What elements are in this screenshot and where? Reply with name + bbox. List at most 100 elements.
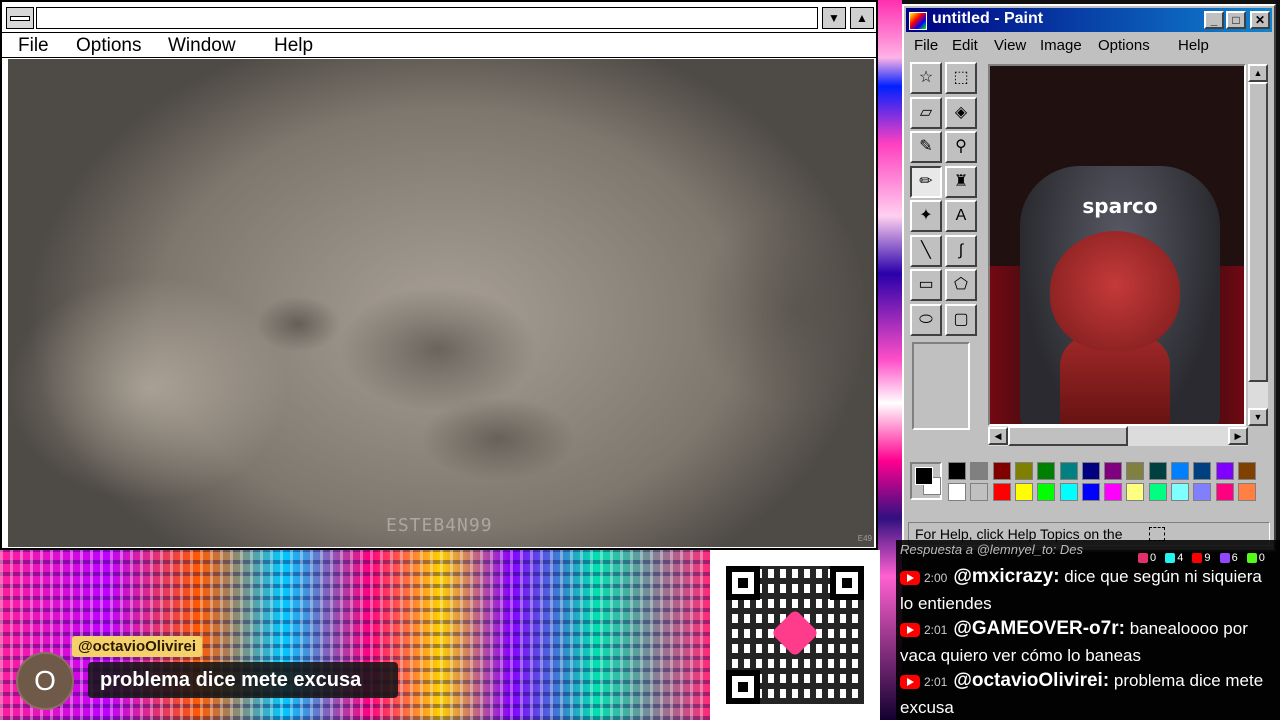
chat-user: @GAMEOVER-o7r: — [953, 618, 1125, 639]
free-select-icon[interactable]: ☆ — [910, 62, 942, 94]
text-icon[interactable]: A — [945, 200, 977, 232]
menu-file[interactable]: File — [18, 35, 49, 57]
select-icon[interactable]: ⬚ — [945, 62, 977, 94]
color-swatch[interactable] — [1059, 483, 1078, 501]
twitch-icon — [1219, 553, 1230, 564]
kick-icon — [1246, 553, 1257, 564]
color-swatch[interactable] — [1215, 462, 1234, 480]
chat-time: 2:00 — [924, 571, 948, 585]
line-icon[interactable]: ╲ — [910, 234, 942, 267]
horizontal-scrollbar[interactable]: ◀ ▶ — [988, 426, 1248, 446]
menu-options[interactable]: Options — [76, 35, 141, 57]
color-swatch[interactable] — [1081, 483, 1100, 501]
color-swatch[interactable] — [1081, 462, 1100, 480]
paint-menu-bar: File Edit View Image Options Help — [906, 34, 1272, 58]
color-swatch[interactable] — [1059, 462, 1078, 480]
youtube-icon — [1192, 553, 1203, 564]
qr-code — [710, 550, 880, 720]
paint-close-button[interactable]: ✕ — [1250, 11, 1270, 29]
color-swatch[interactable] — [1104, 483, 1123, 501]
curve-icon[interactable]: ∫ — [945, 234, 977, 267]
twitch-count: 6 — [1231, 552, 1238, 564]
scroll-left-arrow[interactable]: ◀ — [988, 427, 1008, 445]
instagram-icon — [1138, 553, 1148, 564]
color-swatch[interactable] — [948, 483, 966, 501]
vertical-scrollbar[interactable]: ▲ ▼ — [1248, 64, 1268, 426]
qr-finder-top-right — [830, 566, 864, 600]
color-swatch[interactable] — [1014, 483, 1033, 501]
title-field — [36, 7, 818, 29]
polygon-icon[interactable]: ⬠ — [945, 269, 977, 301]
size-indicator-icon — [1149, 527, 1165, 541]
minimize-button[interactable]: ▼ — [822, 7, 846, 29]
color-swatch[interactable] — [1148, 483, 1167, 501]
system-menu-button[interactable] — [6, 7, 34, 29]
color-swatch[interactable] — [1148, 462, 1167, 480]
eraser-icon[interactable]: ▱ — [910, 96, 942, 129]
tiktok-count: 4 — [1177, 552, 1184, 564]
color-swatch[interactable] — [1126, 483, 1145, 501]
color-swatch[interactable] — [1171, 483, 1189, 501]
instagram-count: 0 — [1150, 552, 1157, 564]
youtube-icon — [900, 622, 920, 637]
horizontal-scroll-thumb[interactable] — [1008, 426, 1128, 446]
color-swatch[interactable] — [970, 483, 989, 501]
color-swatch[interactable] — [1037, 462, 1056, 480]
magnifier-icon[interactable]: ⚲ — [945, 131, 977, 163]
youtube-icon — [900, 570, 920, 585]
pencil-icon[interactable]: ✏ — [910, 165, 942, 198]
color-swatch[interactable] — [1037, 483, 1056, 501]
fill-icon[interactable]: ◈ — [945, 96, 977, 129]
qr-finder-top-left — [726, 566, 760, 600]
color-swatch[interactable] — [1237, 483, 1256, 501]
youtube-count: 9 — [1204, 552, 1211, 564]
ellipse-icon[interactable]: ⬭ — [910, 303, 942, 336]
paint-menu-file[interactable]: File — [914, 37, 938, 54]
color-swatch[interactable] — [1171, 462, 1189, 480]
color-swatch[interactable] — [992, 462, 1011, 480]
color-swatch[interactable] — [948, 462, 966, 480]
airbrush-icon[interactable]: ✦ — [910, 200, 942, 232]
video-window: ▼ ▲ File Options Window Help ESTEB4N99 E… — [0, 0, 878, 550]
maximize-button[interactable]: ▲ — [850, 7, 874, 29]
scroll-right-arrow[interactable]: ▶ — [1228, 427, 1248, 445]
platform-stats: 0 4 9 6 0 — [1132, 552, 1265, 564]
color-swatch[interactable] — [1237, 462, 1256, 480]
color-swatch[interactable] — [992, 483, 1011, 501]
paint-menu-edit[interactable]: Edit — [952, 37, 978, 54]
chat-user: @octavioOlivirei: — [953, 670, 1110, 691]
paint-minimize-button[interactable]: _ — [1204, 11, 1224, 29]
menu-help[interactable]: Help — [274, 35, 313, 57]
paint-menu-view[interactable]: View — [994, 37, 1026, 54]
current-colors[interactable] — [910, 462, 942, 500]
color-swatch[interactable] — [970, 462, 989, 480]
foreground-color[interactable] — [915, 467, 933, 485]
color-swatch[interactable] — [1193, 462, 1212, 480]
paint-menu-image[interactable]: Image — [1040, 37, 1082, 54]
color-picker-icon[interactable]: ✎ — [910, 131, 942, 163]
brush-icon[interactable]: ♜ — [945, 165, 977, 198]
color-swatch[interactable] — [1104, 462, 1123, 480]
chair-brand-text: sparco — [1082, 194, 1158, 218]
paint-app-icon[interactable] — [909, 12, 927, 30]
paint-maximize-button[interactable]: □ — [1226, 11, 1246, 29]
rounded-rect-icon[interactable]: ▢ — [945, 303, 977, 336]
corner-tag: E49 — [857, 534, 872, 543]
color-swatch[interactable] — [1193, 483, 1212, 501]
tool-options[interactable] — [912, 342, 970, 430]
color-swatch[interactable] — [1126, 462, 1145, 480]
rectangle-icon[interactable]: ▭ — [910, 269, 942, 301]
paint-menu-options[interactable]: Options — [1098, 37, 1150, 54]
vertical-scroll-thumb[interactable] — [1248, 82, 1268, 382]
scroll-up-arrow[interactable]: ▲ — [1248, 64, 1268, 82]
paint-canvas[interactable]: sparco — [988, 64, 1246, 426]
footprint-photo: ESTEB4N99 E49 — [8, 59, 874, 547]
color-palette — [908, 460, 1272, 506]
color-swatch[interactable] — [1014, 462, 1033, 480]
scroll-down-arrow[interactable]: ▼ — [1248, 408, 1268, 426]
paint-menu-help[interactable]: Help — [1178, 37, 1209, 54]
title-bar: ▼ ▲ — [2, 2, 876, 33]
menu-window[interactable]: Window — [168, 35, 236, 57]
color-swatch[interactable] — [1215, 483, 1234, 501]
overlay-username: @octavioOlivirei — [72, 636, 203, 657]
